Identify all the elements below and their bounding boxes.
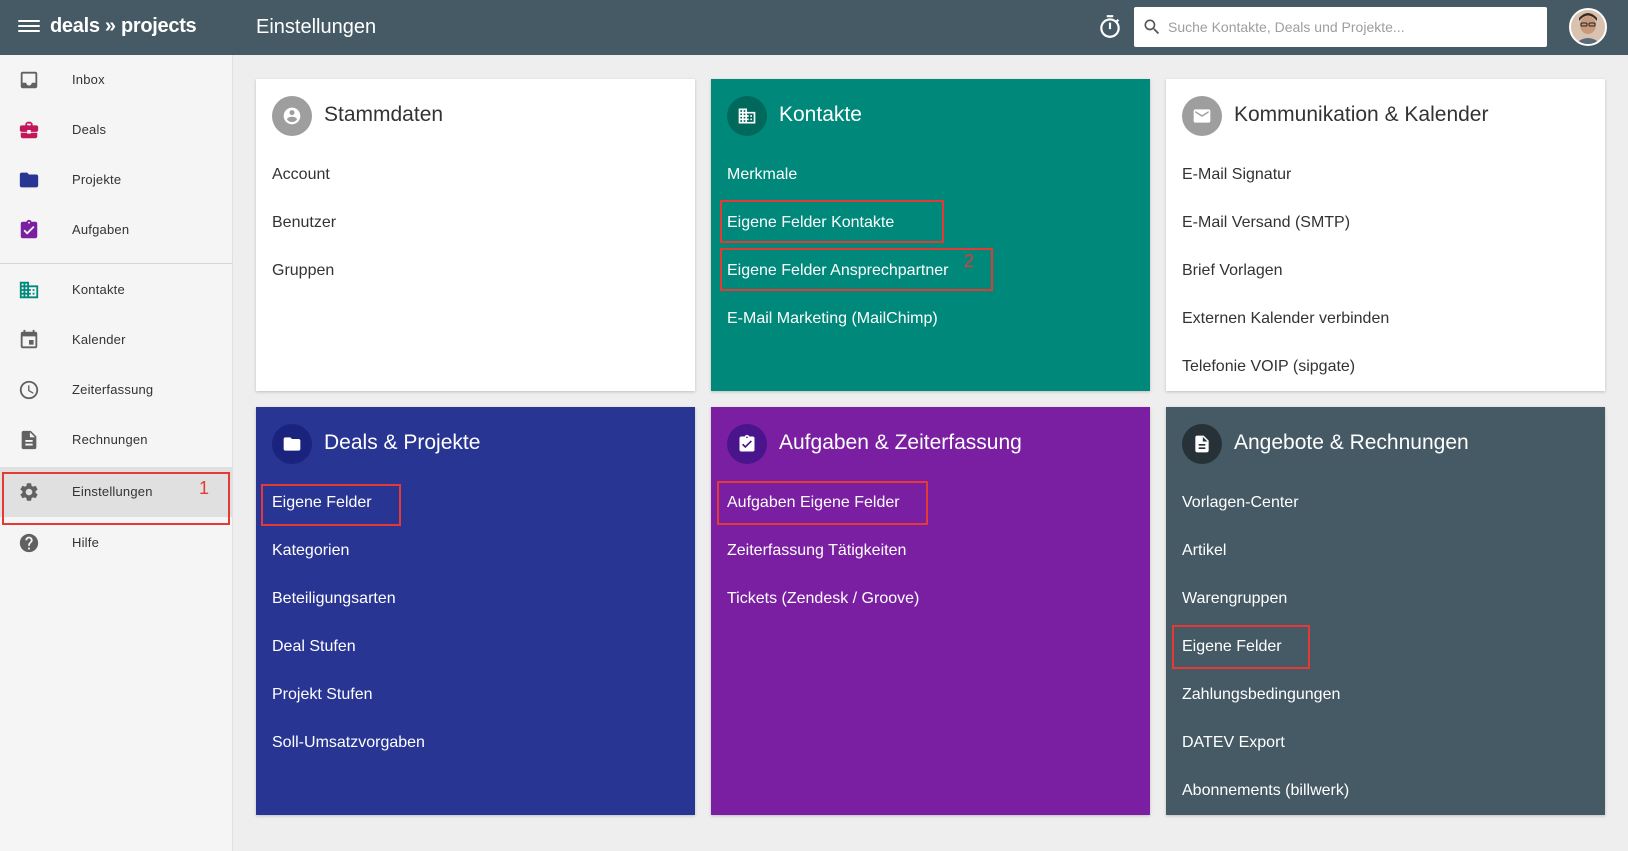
highlight-box <box>261 484 401 526</box>
card-angebote-rechnungen: Angebote & Rechnungen Vorlagen-Center Ar… <box>1166 407 1605 815</box>
card-stammdaten: Stammdaten Account Benutzer Gruppen <box>256 79 695 391</box>
briefcase-icon <box>19 121 39 139</box>
sidebar-item-inbox[interactable]: Inbox <box>0 55 233 105</box>
sidebar-item-label: Inbox <box>72 72 105 87</box>
link-account[interactable]: Account <box>272 166 330 184</box>
sidebar-item-label: Hilfe <box>72 535 100 550</box>
app-logo[interactable]: deals » projects <box>50 15 197 38</box>
link-gruppen[interactable]: Gruppen <box>272 262 334 280</box>
sidebar-item-hilfe[interactable]: Hilfe <box>0 518 233 568</box>
sidebar-item-label: Kalender <box>72 332 126 347</box>
link-beteiligungsarten[interactable]: Beteiligungsarten <box>272 590 396 608</box>
sidebar-item-kalender[interactable]: Kalender <box>0 315 233 365</box>
card-title: Angebote & Rechnungen <box>1234 431 1469 454</box>
sidebar-item-projekte[interactable]: Projekte <box>0 155 233 205</box>
clipboard-check-icon <box>20 219 38 239</box>
sidebar-item-kontakte[interactable]: Kontakte <box>0 265 233 315</box>
link-zahlungsbedingungen[interactable]: Zahlungsbedingungen <box>1182 686 1340 704</box>
annotation-number: 1 <box>199 478 210 498</box>
link-soll-umsatzvorgaben[interactable]: Soll-Umsatzvorgaben <box>272 734 425 752</box>
card-title: Deals & Projekte <box>324 431 481 454</box>
search-box <box>1134 7 1547 47</box>
sidebar-item-label: Aufgaben <box>72 222 130 237</box>
page-title: Einstellungen <box>256 16 377 38</box>
link-email-versand[interactable]: E-Mail Versand (SMTP) <box>1182 214 1350 232</box>
link-tickets[interactable]: Tickets (Zendesk / Groove) <box>727 590 919 608</box>
folder-icon <box>19 172 39 188</box>
top-bar: deals » projects Einstellungen <box>0 0 1628 55</box>
sidebar-item-label: Rechnungen <box>72 432 148 447</box>
calendar-icon <box>20 329 38 349</box>
link-benutzer[interactable]: Benutzer <box>272 214 336 232</box>
card-kontakte: Kontakte Merkmale Eigene Felder Kontakte… <box>711 79 1150 391</box>
card-title: Kommunikation & Kalender <box>1234 103 1489 126</box>
folder-icon <box>272 424 312 464</box>
highlight-box <box>720 248 993 291</box>
building-icon <box>727 96 767 136</box>
link-abonnements[interactable]: Abonnements (billwerk) <box>1182 782 1349 800</box>
document-icon <box>1182 424 1222 464</box>
highlight-box <box>717 481 928 525</box>
menu-icon[interactable] <box>18 17 40 37</box>
link-kategorien[interactable]: Kategorien <box>272 542 349 560</box>
link-externen-kalender[interactable]: Externen Kalender verbinden <box>1182 310 1389 328</box>
highlight-box <box>720 200 944 243</box>
document-icon <box>21 430 37 450</box>
link-merkmale[interactable]: Merkmale <box>727 166 797 184</box>
link-warengruppen[interactable]: Warengruppen <box>1182 590 1287 608</box>
clipboard-check-icon <box>727 424 767 464</box>
link-zeiterfassung-taetigkeiten[interactable]: Zeiterfassung Tätigkeiten <box>727 542 906 560</box>
mail-icon <box>1182 96 1222 136</box>
sidebar-item-label: Zeiterfassung <box>72 382 154 397</box>
link-datev-export[interactable]: DATEV Export <box>1182 734 1285 752</box>
sidebar-item-label: Deals <box>72 122 107 137</box>
sidebar-item-deals[interactable]: Deals <box>0 105 233 155</box>
highlight-box <box>2 472 230 525</box>
link-projekt-stufen[interactable]: Projekt Stufen <box>272 686 373 704</box>
highlight-box <box>1172 625 1310 669</box>
search-icon <box>1144 19 1160 35</box>
link-brief-vorlagen[interactable]: Brief Vorlagen <box>1182 262 1283 280</box>
card-deals-projekte: Deals & Projekte Eigene Felder Kategorie… <box>256 407 695 815</box>
card-title: Aufgaben & Zeiterfassung <box>779 431 1022 454</box>
search-input[interactable] <box>1168 7 1538 47</box>
link-artikel[interactable]: Artikel <box>1182 542 1226 560</box>
card-title: Kontakte <box>779 103 862 126</box>
card-aufgaben-zeiterfassung: Aufgaben & Zeiterfassung Aufgaben Eigene… <box>711 407 1150 815</box>
account-circle-icon <box>272 96 312 136</box>
help-icon <box>19 533 39 553</box>
inbox-icon <box>20 71 38 89</box>
sidebar-item-rechnungen[interactable]: Rechnungen <box>0 415 233 465</box>
link-telefonie-voip[interactable]: Telefonie VOIP (sipgate) <box>1182 358 1355 376</box>
link-email-signatur[interactable]: E-Mail Signatur <box>1182 166 1291 184</box>
sidebar: Inbox Deals Projekte Aufgaben Kontakte K… <box>0 55 233 851</box>
annotation-number: 2 <box>964 251 975 271</box>
sidebar-item-aufgaben[interactable]: Aufgaben <box>0 205 233 255</box>
stopwatch-icon[interactable] <box>1097 14 1123 40</box>
building-icon <box>19 281 39 299</box>
link-vorlagen-center[interactable]: Vorlagen-Center <box>1182 494 1299 512</box>
sidebar-item-label: Projekte <box>72 172 122 187</box>
link-deal-stufen[interactable]: Deal Stufen <box>272 638 356 656</box>
sidebar-item-label: Kontakte <box>72 282 125 297</box>
sidebar-item-zeiterfassung[interactable]: Zeiterfassung <box>0 365 233 415</box>
sidebar-divider <box>0 263 233 264</box>
clock-icon <box>19 380 39 400</box>
card-kommunikation: Kommunikation & Kalender E-Mail Signatur… <box>1166 79 1605 391</box>
card-title: Stammdaten <box>324 103 444 126</box>
user-avatar[interactable] <box>1569 8 1607 46</box>
link-email-marketing[interactable]: E-Mail Marketing (MailChimp) <box>727 310 938 328</box>
